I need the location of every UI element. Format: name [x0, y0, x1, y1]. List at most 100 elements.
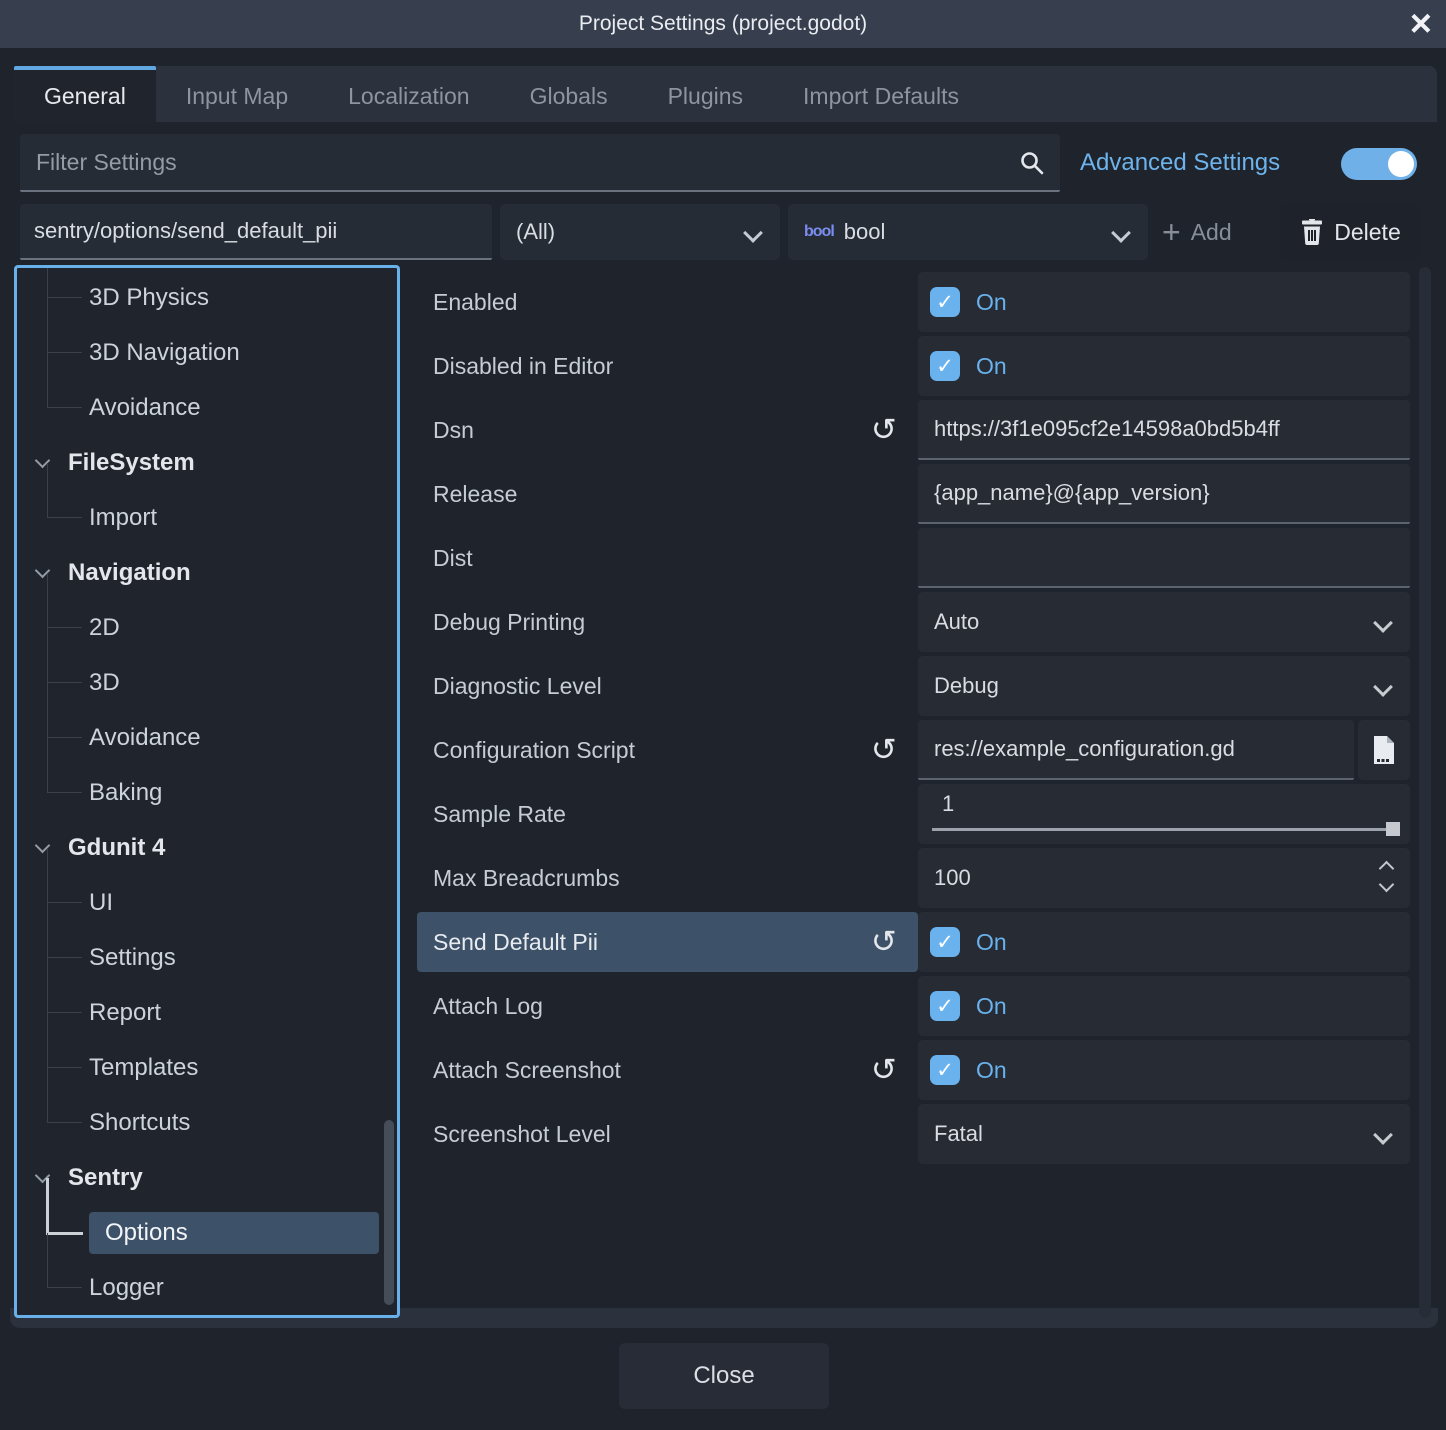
setting-dsn-label: Dsn	[433, 400, 474, 460]
setting-enabled-row: Enabled ✓ On	[417, 272, 1419, 332]
revert-icon[interactable]: ↺	[862, 408, 906, 452]
close-button-label: Close	[693, 1362, 754, 1390]
setting-screenshot-level-dropdown[interactable]: Fatal	[918, 1104, 1410, 1164]
sidebar-item-baking[interactable]: Baking	[17, 765, 397, 820]
sidebar-item-label: Avoidance	[85, 387, 205, 429]
setting-attach-screenshot-row: Attach Screenshot↺✓On	[417, 1040, 1419, 1100]
tree-connector	[47, 265, 82, 298]
filter-settings-field	[20, 134, 1060, 192]
setting-configuration-script-browse-button[interactable]	[1358, 720, 1410, 780]
slider-grabber[interactable]	[1386, 822, 1400, 836]
tree-connector	[47, 628, 82, 683]
chevron-down-icon	[743, 223, 763, 243]
revert-icon[interactable]: ↺	[862, 920, 906, 964]
setting-disabled-in-editor-checkbox[interactable]: ✓	[930, 351, 960, 381]
setting-sample-rate-slider[interactable]: 1	[918, 784, 1410, 844]
type-value: bool	[844, 219, 886, 245]
setting-send-default-pii-row: Send Default Pii↺✓On	[417, 912, 1419, 972]
sidebar-item-shortcuts[interactable]: Shortcuts	[17, 1095, 397, 1150]
sidebar-item-avoidance[interactable]: Avoidance	[17, 380, 397, 435]
checkbox-state-label: On	[976, 993, 1007, 1020]
sidebar-item-import[interactable]: Import	[17, 490, 397, 545]
setting-max-breadcrumbs-spinbox[interactable]: 100	[918, 848, 1410, 908]
setting-screenshot-level-row: Screenshot Level Fatal	[417, 1104, 1419, 1164]
tab-general[interactable]: General	[14, 66, 156, 122]
checkbox-state-label: On	[976, 289, 1007, 316]
tab-plugins[interactable]: Plugins	[638, 66, 773, 122]
setting-screenshot-level-value: Fatal	[918, 1121, 983, 1147]
feature-filter-dropdown[interactable]: (All)	[500, 204, 780, 260]
spin-updown-icon[interactable]	[1381, 863, 1392, 890]
setting-max-breadcrumbs-value: 100	[918, 865, 971, 891]
chevron-down-icon	[1373, 1125, 1393, 1145]
sidebar-item-label: 3D	[85, 662, 124, 704]
delete-button[interactable]: Delete	[1281, 204, 1420, 260]
property-path-field	[20, 204, 492, 260]
tree-connector	[47, 353, 82, 408]
slider-track[interactable]	[932, 828, 1396, 831]
setting-send-default-pii-checkbox[interactable]: ✓	[930, 927, 960, 957]
setting-dist-label: Dist	[433, 528, 473, 588]
advanced-settings-toggle[interactable]	[1341, 148, 1417, 180]
setting-attach-log-label: Attach Log	[433, 976, 543, 1036]
setting-sample-rate-value: 1	[942, 791, 954, 817]
tab-import-defaults[interactable]: Import Defaults	[773, 66, 989, 122]
type-dropdown[interactable]: bool bool	[788, 204, 1148, 260]
setting-screenshot-level-label: Screenshot Level	[433, 1104, 611, 1164]
revert-icon[interactable]: ↺	[862, 728, 906, 772]
setting-enabled-value: ✓ On	[918, 272, 1410, 332]
setting-sample-rate-row: Sample Rate 1	[417, 784, 1419, 844]
sidebar-item-label: 3D Navigation	[85, 332, 244, 374]
advanced-settings-label: Advanced Settings	[1080, 134, 1280, 192]
titlebar: Project Settings (project.godot) ×	[0, 0, 1446, 48]
sidebar-item-label: FileSystem	[64, 442, 199, 484]
tab-globals[interactable]: Globals	[500, 66, 638, 122]
property-path-input[interactable]	[20, 204, 492, 258]
setting-dsn-row: Dsn ↺ https://3f1e095cf2e14598a0bd5b4ff	[417, 400, 1419, 460]
sidebar-item-label: Templates	[85, 1047, 202, 1089]
close-button[interactable]: Close	[619, 1343, 829, 1409]
sidebar-item-label: Shortcuts	[85, 1102, 194, 1144]
tree-connector	[47, 683, 82, 738]
sidebar-scrollbar[interactable]	[384, 1120, 394, 1305]
setting-dsn-field[interactable]: https://3f1e095cf2e14598a0bd5b4ff	[918, 400, 1410, 460]
settings-scrollbar[interactable]	[1419, 267, 1431, 1318]
setting-disabled-in-editor-label: Disabled in Editor	[433, 336, 613, 396]
tree-connector	[47, 1068, 82, 1123]
chevron-down-icon	[1373, 613, 1393, 633]
toggle-knob	[1388, 151, 1414, 177]
tab-bar: GeneralInput MapLocalizationGlobalsPlugi…	[14, 66, 1437, 122]
add-button[interactable]: + Add	[1162, 204, 1232, 260]
setting-release-field[interactable]: {app_name}@{app_version}	[918, 464, 1410, 524]
filter-settings-input[interactable]	[20, 134, 1060, 190]
setting-dist-field[interactable]	[918, 528, 1410, 588]
tab-input-map[interactable]: Input Map	[156, 66, 318, 122]
tree-connector	[47, 738, 82, 793]
setting-attach-log-checkbox[interactable]: ✓	[930, 991, 960, 1021]
setting-enabled-label: Enabled	[433, 272, 517, 332]
revert-icon[interactable]: ↺	[862, 1048, 906, 1092]
setting-diagnostic-level-dropdown[interactable]: Debug	[918, 656, 1410, 716]
settings-category-tree: 3D Physics3D NavigationAvoidanceFileSyst…	[14, 265, 400, 1318]
setting-enabled-checkbox[interactable]: ✓	[930, 287, 960, 317]
setting-attach-screenshot-checkbox[interactable]: ✓	[930, 1055, 960, 1085]
setting-release-row: Release {app_name}@{app_version}	[417, 464, 1419, 524]
sidebar-item-label: Logger	[85, 1267, 168, 1309]
setting-diagnostic-level-value: Debug	[918, 673, 999, 699]
setting-configuration-script-field[interactable]: res://example_configuration.gd	[918, 720, 1354, 780]
setting-release-label: Release	[433, 464, 517, 524]
sidebar-item-logger[interactable]: Logger	[17, 1260, 397, 1315]
checkbox-state-label: On	[976, 1057, 1007, 1084]
close-icon[interactable]: ×	[1410, 0, 1432, 48]
window-title: Project Settings (project.godot)	[579, 12, 867, 36]
setting-debug-printing-dropdown[interactable]: Auto	[918, 592, 1410, 652]
tree-connector	[47, 1233, 82, 1288]
tree-connector	[46, 1178, 83, 1235]
tab-localization[interactable]: Localization	[318, 66, 499, 122]
setting-diagnostic-level-row: Diagnostic LevelDebug	[417, 656, 1419, 716]
setting-sample-rate-label: Sample Rate	[433, 784, 566, 844]
setting-dsn-value: https://3f1e095cf2e14598a0bd5b4ff	[918, 416, 1280, 442]
search-icon	[1018, 149, 1046, 177]
setting-attach-log-value: ✓ On	[918, 976, 1410, 1036]
file-icon	[1371, 735, 1397, 765]
